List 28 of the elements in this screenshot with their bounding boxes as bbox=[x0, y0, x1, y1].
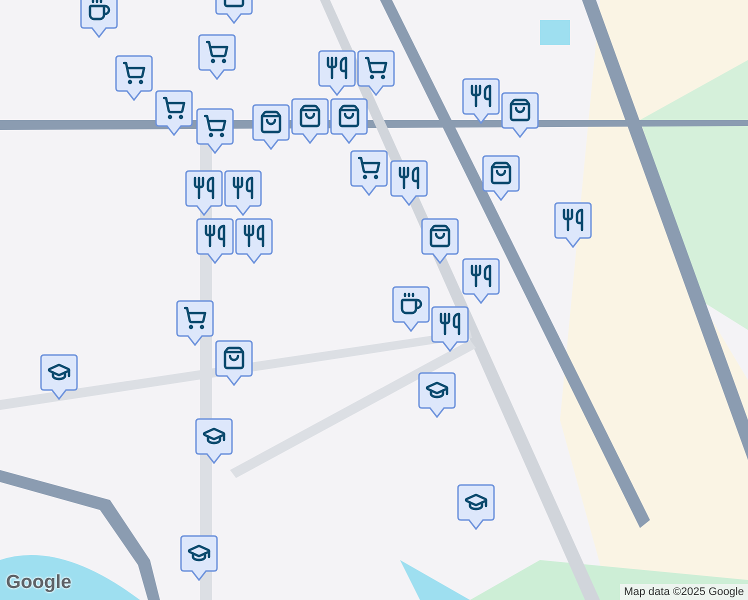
cart-icon bbox=[357, 156, 381, 180]
fork-knife-icon bbox=[192, 176, 216, 200]
cart-icon bbox=[364, 56, 388, 80]
bag-icon bbox=[222, 346, 246, 370]
bag-icon bbox=[259, 110, 283, 134]
fork-knife-icon bbox=[242, 224, 266, 248]
fork-knife-icon bbox=[469, 84, 493, 108]
cart-icon bbox=[183, 306, 207, 330]
fork-knife-icon bbox=[397, 166, 421, 190]
cart-icon bbox=[203, 114, 227, 138]
cup-icon bbox=[399, 292, 423, 316]
bag-icon bbox=[337, 104, 361, 128]
map-marker[interactable] bbox=[80, 0, 118, 38]
bag-icon bbox=[508, 98, 532, 122]
fork-knife-icon bbox=[561, 208, 585, 232]
fork-knife-icon bbox=[203, 224, 227, 248]
cart-icon bbox=[122, 61, 146, 85]
cup-icon bbox=[87, 0, 111, 22]
fork-knife-icon bbox=[438, 312, 462, 336]
map-attribution: Map data ©2025 Google bbox=[620, 584, 748, 600]
cart-icon bbox=[205, 40, 229, 64]
fork-knife-icon bbox=[469, 264, 493, 288]
bag-icon bbox=[428, 224, 452, 248]
cart-icon bbox=[162, 96, 186, 120]
bag-icon bbox=[489, 161, 513, 185]
bag-icon bbox=[298, 104, 322, 128]
fork-knife-icon bbox=[231, 176, 255, 200]
fork-knife-icon bbox=[325, 56, 349, 80]
